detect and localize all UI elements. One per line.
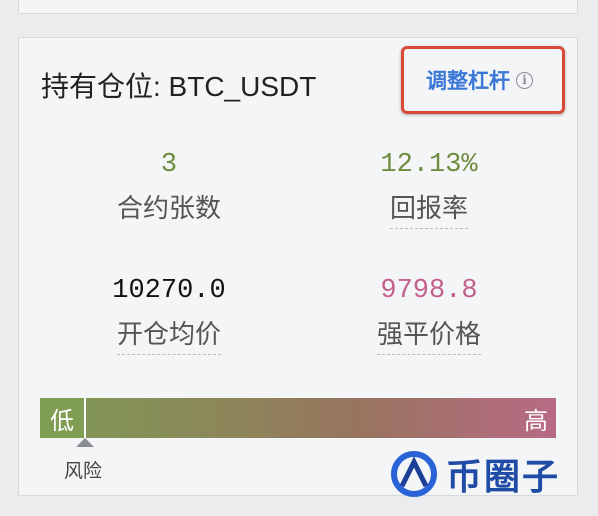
risk-marker-icon xyxy=(76,438,94,447)
stat-return-rate: 12.13% 回报率 xyxy=(329,150,529,229)
contracts-label: 合约张数 xyxy=(116,193,221,223)
liquidation-price-value: 9798.8 xyxy=(380,276,478,306)
avg-open-price-value: 10270.0 xyxy=(112,276,226,306)
previous-card xyxy=(18,0,578,14)
risk-caption: 风险 xyxy=(64,461,103,482)
watermark-text: 币圈子 xyxy=(446,456,561,497)
info-icon[interactable]: i xyxy=(516,71,533,89)
contracts-value: 3 xyxy=(160,150,178,180)
position-card: 持有仓位: BTC_USDT 调整杠杆 i 3 合约张数 12.13% 回报率 … xyxy=(18,37,578,496)
stat-avg-open-price: 10270.0 开仓均价 xyxy=(69,276,269,355)
watermark: 币圈子 xyxy=(388,448,560,500)
avg-open-price-label[interactable]: 开仓均价 xyxy=(116,314,221,355)
risk-high-label: 高 xyxy=(524,407,548,435)
risk-level-divider xyxy=(84,398,86,438)
return-rate-value: 12.13% xyxy=(380,150,478,180)
position-title: 持有仓位: BTC_USDT xyxy=(41,71,317,102)
liquidation-price-label[interactable]: 强平价格 xyxy=(376,314,481,355)
return-rate-label[interactable]: 回报率 xyxy=(389,188,468,229)
risk-bar: 低 高 xyxy=(40,398,556,438)
risk-low-label: 低 xyxy=(40,398,84,438)
stat-contracts: 3 合约张数 xyxy=(69,150,269,228)
watermark-logo-icon xyxy=(391,451,437,497)
adjust-leverage-label: 调整杠杆 xyxy=(426,70,510,93)
stat-liquidation-price: 9798.8 强平价格 xyxy=(329,276,529,355)
adjust-leverage-button[interactable]: 调整杠杆 i xyxy=(401,46,565,114)
